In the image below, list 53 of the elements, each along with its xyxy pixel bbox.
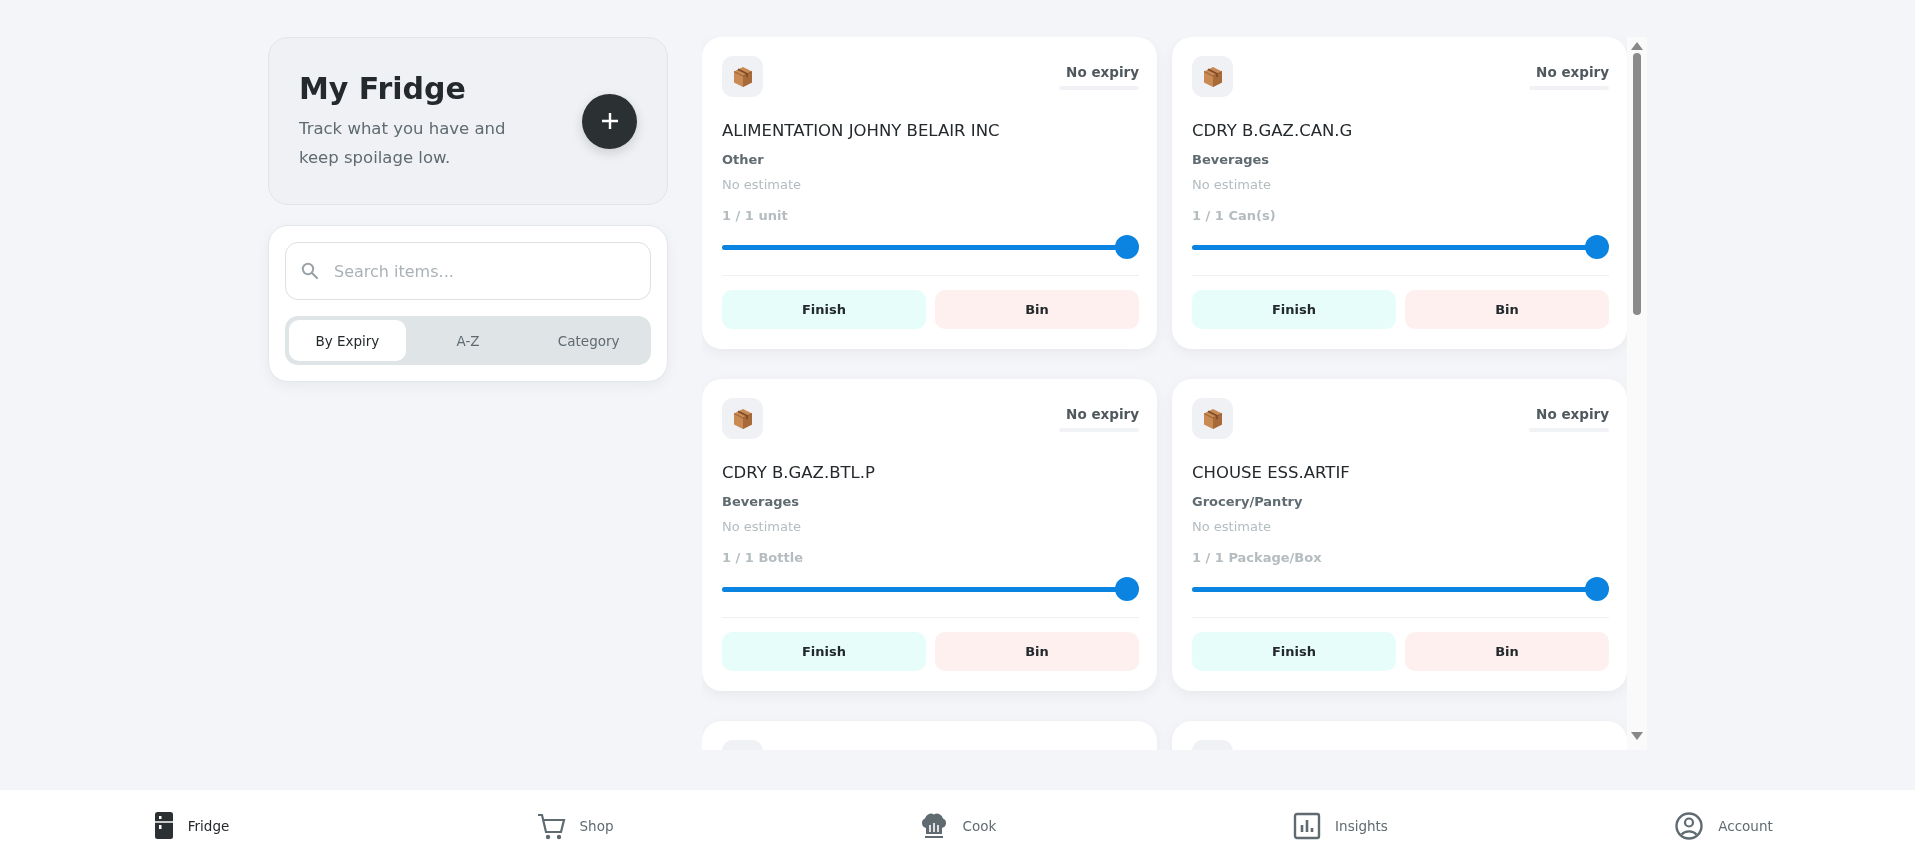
item-category: Beverages (722, 494, 801, 509)
expiry-label: No expiry (1066, 64, 1139, 80)
item-name: ALIMENTATION JOHNY BELAIR INC (722, 121, 1001, 140)
page-subtitle: Track what you have and keep spoilage low. (299, 117, 507, 169)
sort-tab[interactable]: Category (530, 320, 647, 361)
item-category: Beverages (1192, 152, 1271, 167)
quantity-text: 1 / 1 Bottle (722, 550, 804, 565)
scroll-up-icon[interactable] (1631, 42, 1643, 50)
nav-tab[interactable]: Cook (766, 790, 1149, 862)
bar-chart-icon (1293, 812, 1322, 840)
quantity-text: 1 / 1 Can(s) (1192, 208, 1277, 223)
scroll-down-icon[interactable] (1631, 732, 1643, 740)
expiry-label: No expiry (1536, 406, 1609, 422)
expiry-label: No expiry (1536, 64, 1609, 80)
item-name: CHOUSE ESS.ARTIF (1192, 463, 1351, 482)
scrollbar-thumb[interactable] (1633, 53, 1641, 315)
quantity-slider[interactable] (722, 579, 1139, 601)
quantity-slider[interactable] (1192, 237, 1609, 259)
item-category: Other (722, 152, 765, 167)
estimate-text: No estimate (1192, 519, 1272, 534)
finish-button[interactable]: Finish (722, 290, 926, 329)
estimate-text: No estimate (722, 177, 802, 192)
page-title: My Fridge (299, 70, 467, 106)
nav-tab[interactable]: Insights (1149, 790, 1532, 862)
cart-icon (535, 811, 566, 841)
fridge-icon (153, 811, 174, 841)
nav-tab[interactable]: Fridge (0, 790, 383, 862)
quantity-text: 1 / 1 unit (722, 208, 789, 223)
sort-tab[interactable]: By Expiry (289, 320, 406, 361)
bin-button[interactable]: Bin (1405, 290, 1609, 329)
item-name: CDRY B.GAZ.BTL.P (722, 463, 876, 482)
plus-icon (599, 111, 620, 131)
finish-button[interactable]: Finish (1192, 290, 1396, 329)
account-icon (1674, 811, 1705, 841)
quantity-slider[interactable] (1192, 579, 1609, 601)
item-category: Grocery/Pantry (1192, 494, 1304, 509)
expiry-label: No expiry (1066, 406, 1139, 422)
item-name: CDRY B.GAZ.CAN.G (1192, 121, 1354, 140)
finish-button[interactable]: Finish (722, 632, 926, 671)
add-button[interactable] (582, 93, 637, 149)
bin-button[interactable]: Bin (935, 632, 1139, 671)
sort-tab[interactable]: A-Z (409, 320, 527, 361)
quantity-slider[interactable] (722, 237, 1139, 259)
quantity-text: 1 / 1 Package/Box (1192, 550, 1323, 565)
bin-button[interactable]: Bin (1405, 632, 1609, 671)
estimate-text: No estimate (1192, 177, 1272, 192)
estimate-text: No estimate (722, 519, 802, 534)
nav-tab[interactable]: Account (1532, 790, 1915, 862)
finish-button[interactable]: Finish (1192, 632, 1396, 671)
bin-button[interactable]: Bin (935, 290, 1139, 329)
scrollbar[interactable] (1627, 37, 1647, 750)
search-field[interactable]: Search items... (285, 242, 651, 300)
nav-tab[interactable]: Shop (383, 790, 766, 862)
